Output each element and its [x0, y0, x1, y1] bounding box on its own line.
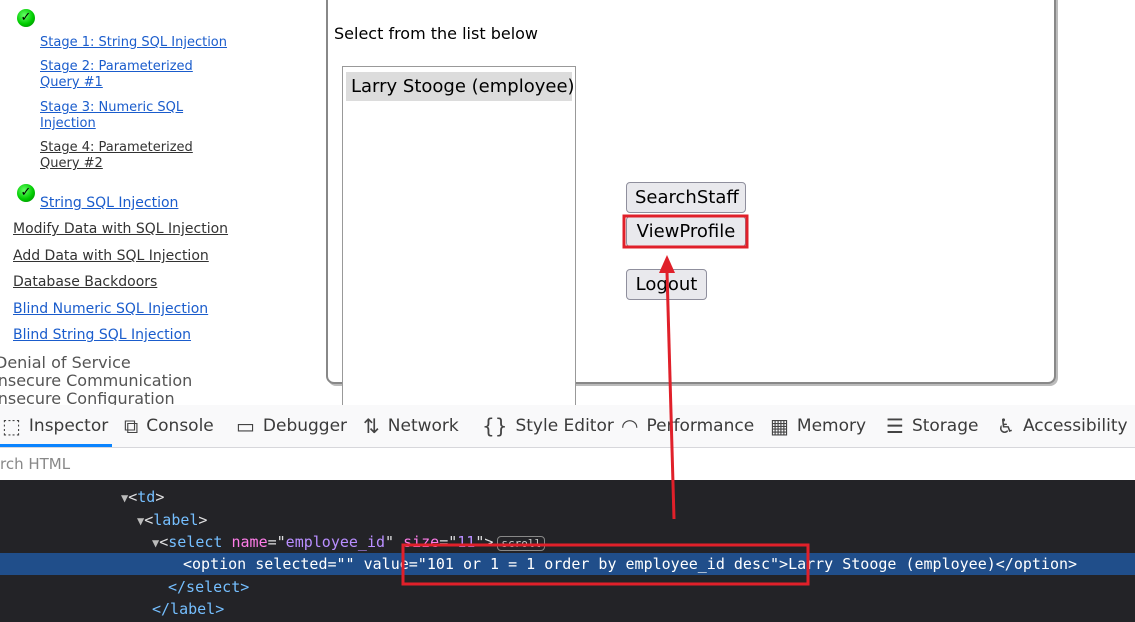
- highlight-option-value-box: [401, 543, 810, 586]
- arrow-head-icon: [659, 255, 675, 273]
- annotation-overlay: [401, 214, 810, 586]
- highlight-viewprofile-box: [622, 214, 749, 249]
- annotation-arrow-line: [665, 271, 676, 520]
